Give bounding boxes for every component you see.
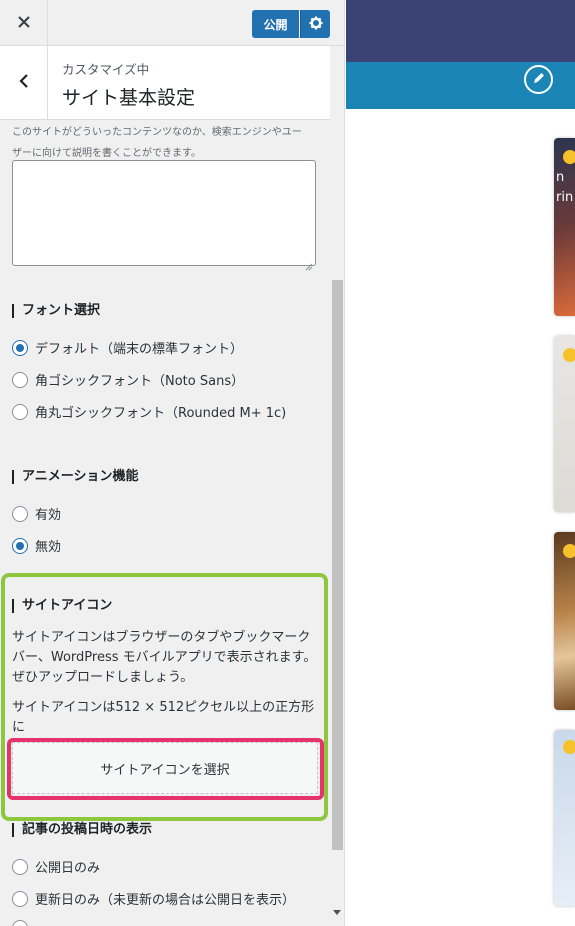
animation-option-enabled[interactable]: 有効 — [12, 504, 61, 523]
chevron-left-icon — [18, 73, 30, 93]
post-date-heading: 記事の投稿日時の表示 — [12, 823, 152, 837]
category-badge — [563, 740, 575, 754]
description-line: ぜひアップロードしましょう。 — [12, 670, 194, 685]
preview-site-header — [346, 0, 575, 62]
category-badge — [563, 348, 575, 362]
radio-label: 公開日のみ — [35, 861, 101, 876]
radio-button[interactable] — [12, 505, 28, 522]
radio-button[interactable] — [12, 858, 28, 875]
close-icon — [17, 14, 31, 33]
animation-option-disabled[interactable]: 無効 — [12, 536, 61, 555]
preview-post-card[interactable] — [554, 532, 575, 710]
radio-label: 更新日のみ（未更新の場合は公開日を表示） — [35, 893, 296, 908]
radio-button[interactable] — [12, 371, 28, 388]
description-line: サイトアイコンはブラウザーのタブやブックマーク — [12, 630, 311, 645]
preview-card-title: n rin — [556, 170, 574, 205]
description-line: バー、WordPress モバイルアプリで表示されます。 — [12, 650, 317, 665]
section-header: カスタマイズ中 サイト基本設定 — [0, 46, 330, 120]
radio-label: 無効 — [35, 540, 62, 555]
back-button[interactable] — [0, 46, 48, 119]
font-heading: フォント選択 — [12, 304, 100, 318]
help-line: このサイトがどういったコンテンツなのか、検索エンジンやユー — [12, 127, 302, 138]
animation-heading: アニメーション機能 — [12, 470, 138, 484]
radio-button[interactable] — [12, 403, 28, 420]
preview-post-card[interactable] — [554, 730, 575, 906]
customizer-sidebar: 公開 カスタマイズ中 サイト基本設定 このサイトがどういったコンテンツなのか、検… — [0, 0, 345, 926]
pencil-icon — [532, 70, 546, 89]
radio-button[interactable] — [12, 890, 28, 907]
customizer-topbar: 公開 — [0, 0, 344, 46]
category-badge — [563, 150, 575, 164]
site-icon-description: サイトアイコンはブラウザーのタブやブックマーク バー、WordPress モバイ… — [12, 628, 318, 688]
font-option-noto-sans[interactable]: 角ゴシックフォント（Noto Sans） — [12, 370, 244, 389]
resize-grip-icon[interactable] — [305, 256, 313, 271]
close-button[interactable] — [0, 0, 48, 46]
section-title: サイト基本設定 — [62, 87, 196, 109]
radio-label: 有効 — [35, 508, 62, 523]
radio-button[interactable] — [12, 920, 28, 926]
radio-button[interactable] — [12, 339, 28, 356]
font-option-rounded[interactable]: 角丸ゴシックフォント（Rounded M+ 1c) — [12, 402, 286, 421]
scrollbar-thumb[interactable] — [332, 280, 343, 850]
preview-post-card[interactable] — [554, 138, 575, 316]
site-icon-heading: サイトアイコン — [12, 599, 112, 613]
post-date-option-published[interactable]: 公開日のみ — [12, 857, 100, 876]
preview-post-card[interactable] — [554, 336, 575, 512]
publish-button[interactable]: 公開 — [252, 10, 299, 38]
edit-shortcut-button[interactable] — [524, 65, 553, 94]
radio-label: 角丸ゴシックフォント（Rounded M+ 1c) — [35, 406, 287, 421]
site-description-help: このサイトがどういったコンテンツなのか、検索エンジンやユー ザーに向けて説明を書… — [12, 122, 322, 164]
radio-button[interactable] — [12, 537, 28, 554]
select-site-icon-button[interactable]: サイトアイコンを選択 — [12, 742, 318, 794]
publish-settings-button[interactable] — [300, 10, 330, 38]
breadcrumb: カスタマイズ中 — [62, 62, 150, 77]
description-line: サイトアイコンは512 × 512ピクセル以上の正方形に — [12, 700, 315, 735]
site-description-textarea[interactable] — [12, 160, 316, 266]
radio-label: 角ゴシックフォント（Noto Sans） — [35, 374, 245, 389]
category-badge — [563, 544, 575, 558]
font-option-default[interactable]: デフォルト（端末の標準フォント） — [12, 338, 243, 357]
radio-label: デフォルト（端末の標準フォント） — [35, 342, 244, 357]
scroll-down-arrow-icon[interactable] — [333, 910, 341, 915]
gear-icon — [309, 15, 323, 34]
post-date-option-updated[interactable]: 更新日のみ（未更新の場合は公開日を表示） — [12, 889, 295, 908]
